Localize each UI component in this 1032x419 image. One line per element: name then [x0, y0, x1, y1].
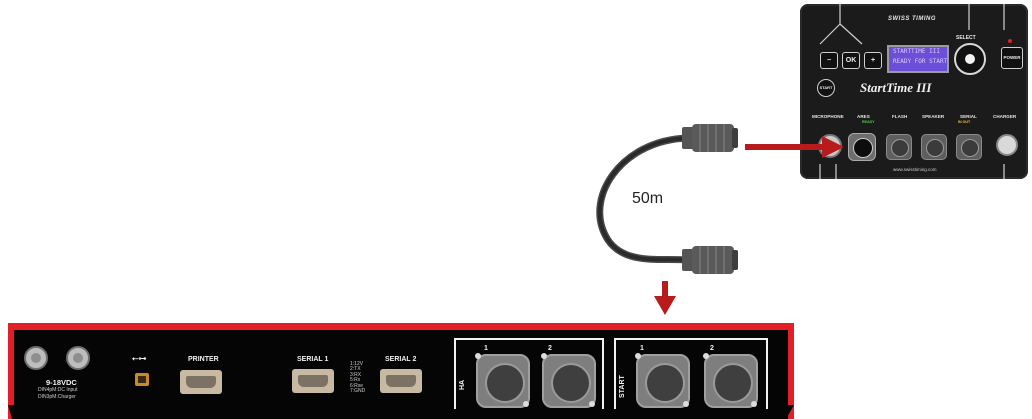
screw-icon — [523, 401, 529, 407]
arrow-down-icon — [654, 281, 676, 315]
lcd-display: STARTTIME III READY FOR START — [887, 45, 949, 73]
power-voltage-label: 9-18VDC — [46, 378, 77, 387]
ares-ready-label: READY — [862, 120, 875, 124]
screw-icon — [541, 353, 547, 359]
ha-port-1-label: 1 — [484, 345, 488, 352]
serial-2-label: SERIAL 2 — [385, 356, 417, 363]
printer-label: PRINTER — [188, 356, 219, 363]
serial-connector — [956, 134, 982, 160]
ares-connector[interactable] — [848, 133, 876, 161]
serial-1-port[interactable] — [292, 369, 334, 393]
serial-2-port[interactable] — [380, 369, 422, 393]
start-port-2-label: 2 — [710, 345, 714, 352]
screw-icon — [589, 401, 595, 407]
device-brand: SWISS TIMING — [888, 16, 936, 22]
usb-port[interactable] — [135, 373, 149, 386]
device-model: StartTime III — [860, 80, 932, 95]
pinout-list: 1:12V 2:TX 3:RX 5:Rx 6:Rxe 7:GND — [350, 361, 366, 395]
power-note-charger: DIN3pM:Charger — [38, 394, 76, 400]
start-button[interactable]: START — [817, 79, 835, 97]
serial-label: SERIAL — [960, 114, 977, 119]
cable-plug-top-icon — [682, 124, 738, 152]
serial-1-label: SERIAL 1 — [297, 356, 329, 363]
lcd-line-1: STARTTIME III — [893, 48, 940, 55]
charger-connector — [66, 346, 90, 370]
start-port-2-connector[interactable] — [704, 354, 758, 408]
screw-icon — [683, 401, 689, 407]
ares-label: ARES — [857, 114, 870, 119]
flash-connector — [886, 134, 912, 160]
start-port-1-connector[interactable] — [636, 354, 690, 408]
charger-jack — [996, 134, 1018, 156]
serial-in-out-label: IN OUT — [958, 120, 971, 124]
start-port-1-label: 1 — [640, 345, 644, 352]
ha-port-2-connector[interactable] — [542, 354, 596, 408]
speaker-connector — [921, 134, 947, 160]
power-led-icon — [1008, 39, 1012, 43]
ha-port-2-label: 2 — [548, 345, 552, 352]
printer-port[interactable] — [180, 370, 222, 394]
plus-button[interactable]: + — [864, 52, 882, 69]
ok-button[interactable]: OK — [842, 52, 860, 69]
flash-label: FLASH — [892, 114, 908, 119]
device-url: www.swisstiming.com — [893, 167, 937, 172]
pinout-item: 7:GND — [350, 388, 366, 395]
select-knob[interactable] — [954, 43, 986, 75]
power-button[interactable]: POWER — [1001, 47, 1023, 69]
select-label: SELECT — [956, 35, 976, 41]
cable-length-label: 50m — [632, 190, 664, 207]
ha-group-label: HA — [459, 379, 466, 390]
cable-and-arrows — [596, 124, 844, 315]
power-note-dc-input: DIN4pM:DC Input — [38, 387, 78, 393]
screw-icon — [751, 401, 757, 407]
arrow-right-icon — [745, 136, 844, 158]
usb-icon: ⭠⊶ — [132, 354, 147, 363]
ares-socket-icon — [853, 138, 873, 158]
start-group-label: START — [619, 375, 626, 398]
dc-input-connector — [24, 346, 48, 370]
speaker-label: SPEAKER — [922, 114, 945, 119]
screw-icon — [475, 353, 481, 359]
screw-icon — [635, 353, 641, 359]
cable-plug-bottom-icon — [682, 246, 738, 274]
lcd-line-2: READY FOR START — [893, 58, 948, 65]
charger-label: CHARGER — [993, 114, 1017, 119]
screw-icon — [703, 353, 709, 359]
ha-port-1-connector[interactable] — [476, 354, 530, 408]
minus-button[interactable]: − — [820, 52, 838, 69]
